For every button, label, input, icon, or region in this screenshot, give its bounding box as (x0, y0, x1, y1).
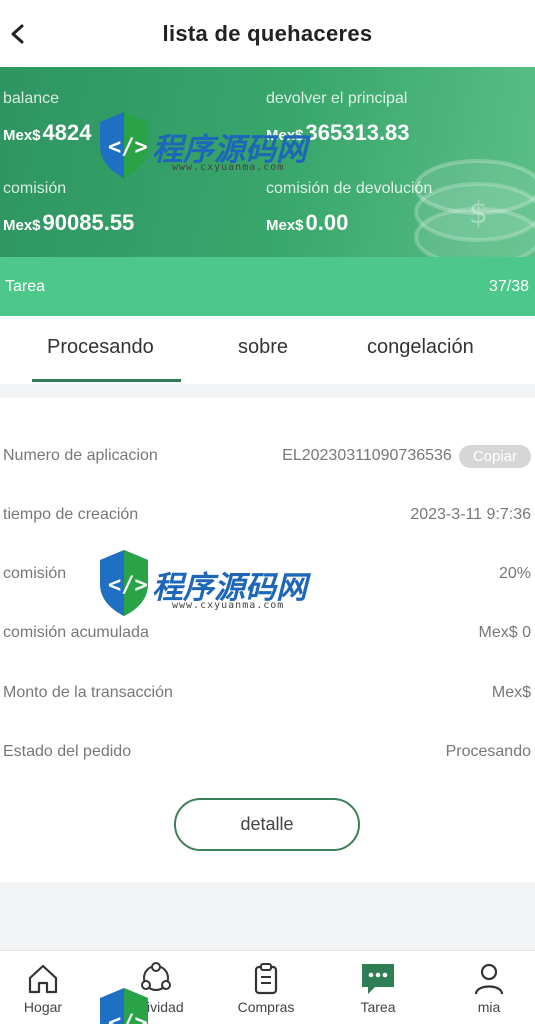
refund-commission-value: Mex$0.00 (266, 210, 432, 236)
home-icon (28, 964, 58, 994)
refund-currency: Mex$ (266, 217, 304, 234)
nav-label: Tarea (360, 999, 396, 1015)
commission-rate-value: 20% (498, 565, 531, 582)
back-button[interactable] (4, 18, 34, 50)
user-icon (474, 963, 504, 995)
order-status-value: Procesando (445, 743, 531, 760)
status-tabs: Procesando sobre congelación (0, 316, 535, 384)
detail-label: comisión (3, 565, 67, 582)
active-tab-indicator (32, 379, 181, 382)
nav-item-home[interactable]: Hogar (0, 961, 88, 1021)
detail-label: Monto de la transacción (3, 684, 173, 701)
nav-label: mia (477, 999, 501, 1015)
transaction-amount-value: Mex$ (491, 684, 531, 701)
task-progress-bar: Tarea 37/38 (0, 257, 535, 316)
balance-label: balance (3, 90, 60, 107)
commission-currency: Mex$ (3, 217, 41, 234)
tab-over[interactable]: sobre (238, 336, 288, 359)
balance-value: Mex$4824 (3, 120, 91, 146)
shield-code-icon: </> (100, 988, 148, 1024)
nav-item-mine[interactable]: mia (444, 961, 534, 1021)
created-time-value: 2023-3-11 9:7:36 (410, 506, 531, 523)
detail-button[interactable]: detalle (174, 798, 360, 851)
svg-text:</>: </> (108, 135, 148, 160)
chat-icon (362, 964, 394, 994)
refund-amount: 0.00 (305, 210, 349, 235)
accumulated-commission-value: Mex$ 0 (478, 624, 531, 641)
balance-amount: 4824 (42, 120, 92, 145)
svg-text:</>: </> (108, 1011, 148, 1024)
task-count: 37/38 (488, 277, 529, 295)
shield-code-icon: </> (100, 112, 148, 178)
watermark-url: www.cxyuanma.com (172, 600, 285, 611)
tab-frozen[interactable]: congelación (367, 336, 474, 359)
nav-label: Hogar (23, 999, 63, 1015)
nav-item-task[interactable]: Tarea (333, 961, 423, 1021)
detail-row-application-number: Numero de aplicacion EL20230311090736536… (0, 441, 535, 471)
order-details-card: Numero de aplicacion EL20230311090736536… (0, 398, 535, 882)
commission-amount: 90085.55 (42, 210, 135, 235)
commission-value: Mex$90085.55 (3, 210, 134, 236)
watermark-url: www.cxyuanma.com (172, 162, 285, 173)
watermark: </> (94, 984, 334, 1024)
task-label: Tarea (5, 277, 46, 295)
detail-label: Numero de aplicacion (3, 447, 158, 464)
svg-text:</>: </> (108, 573, 148, 598)
detail-row-transaction-amount: Monto de la transacción Mex$ (0, 678, 535, 708)
principal-label: devolver el principal (266, 90, 408, 107)
tab-processing[interactable]: Procesando (47, 336, 154, 359)
top-bar: lista de quehaceres (0, 0, 535, 67)
balance-currency: Mex$ (3, 127, 41, 144)
shield-code-icon: </> (100, 550, 148, 616)
svg-text:$: $ (469, 196, 488, 231)
detail-row-order-status: Estado del pedido Procesando (0, 737, 535, 767)
page-title: lista de quehaceres (162, 20, 373, 46)
copy-button[interactable]: Copiar (458, 444, 531, 468)
balance-block: balance Mex$4824 (3, 90, 91, 146)
application-number-value: EL20230311090736536 (282, 447, 452, 464)
watermark: </> 程序源码网 www.cxyuanma.com (94, 546, 334, 636)
chevron-left-icon (11, 24, 24, 44)
detail-label: tiempo de creación (3, 506, 139, 523)
detail-row-created-time: tiempo de creación 2023-3-11 9:7:36 (0, 500, 535, 530)
watermark: </> 程序源码网 www.cxyuanma.com (94, 108, 334, 198)
detail-label: Estado del pedido (3, 743, 132, 760)
